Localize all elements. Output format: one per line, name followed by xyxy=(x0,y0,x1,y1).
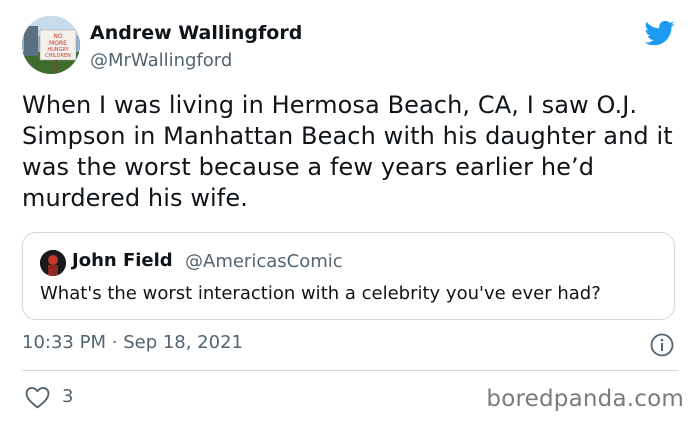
author-name[interactable]: Andrew Wallingford xyxy=(90,22,302,44)
author-avatar[interactable]: NO MORE HUNGRY CHILDREN xyxy=(22,16,80,74)
twitter-bird-icon[interactable] xyxy=(643,18,677,48)
tweet-text: When I was living in Hermosa Beach, CA, … xyxy=(22,91,673,212)
svg-text:CHILDREN: CHILDREN xyxy=(45,53,71,59)
quoted-author-name[interactable]: John Field xyxy=(72,250,173,271)
quoted-avatar-photo xyxy=(40,250,66,276)
quoted-tweet[interactable]: John Field @AmericasComic What's the wor… xyxy=(22,232,675,320)
tweet-date: Sep 18, 2021 xyxy=(123,332,243,353)
heart-icon[interactable] xyxy=(25,386,50,409)
watermark: boredpanda.com xyxy=(486,386,684,412)
tweet-time: 10:33 PM xyxy=(22,332,106,353)
tweet-card: NO MORE HUNGRY CHILDREN Andrew Wallingfo… xyxy=(0,0,700,423)
like-count: 3 xyxy=(62,386,74,407)
divider xyxy=(22,370,678,371)
quoted-author-handle[interactable]: @AmericasComic xyxy=(185,251,343,272)
avatar-photo: NO MORE HUNGRY CHILDREN xyxy=(22,16,80,74)
tweet-timestamp[interactable]: 10:33 PM · Sep 18, 2021 xyxy=(22,332,243,353)
quoted-author-avatar[interactable] xyxy=(40,250,66,276)
svg-text:NO: NO xyxy=(53,33,62,40)
meta-separator: · xyxy=(111,332,118,353)
quoted-tweet-text: What's the worst interaction with a cele… xyxy=(40,283,601,304)
author-handle[interactable]: @MrWallingford xyxy=(90,50,232,71)
info-icon[interactable] xyxy=(650,333,674,357)
svg-text:MORE: MORE xyxy=(49,40,67,47)
